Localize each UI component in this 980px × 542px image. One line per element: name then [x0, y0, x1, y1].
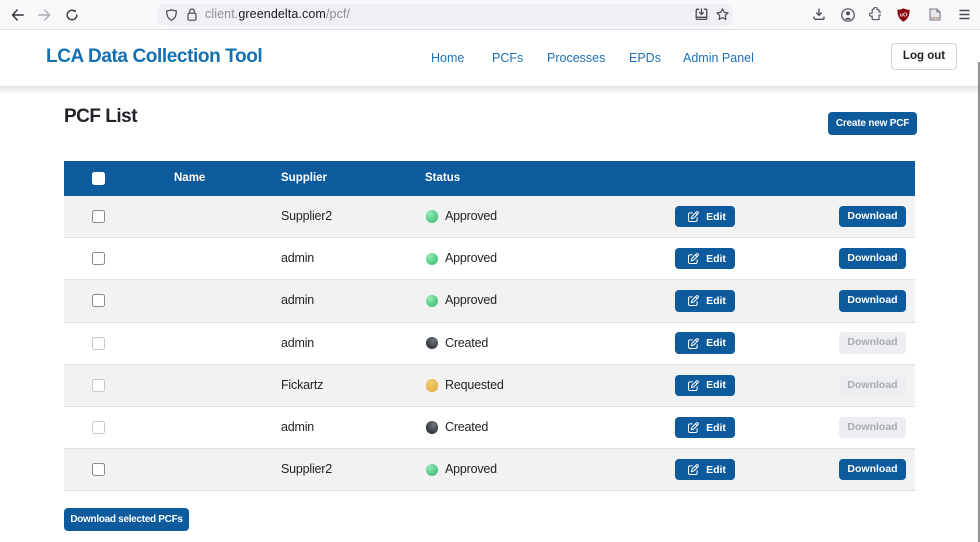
svg-text:uO: uO: [900, 13, 908, 19]
